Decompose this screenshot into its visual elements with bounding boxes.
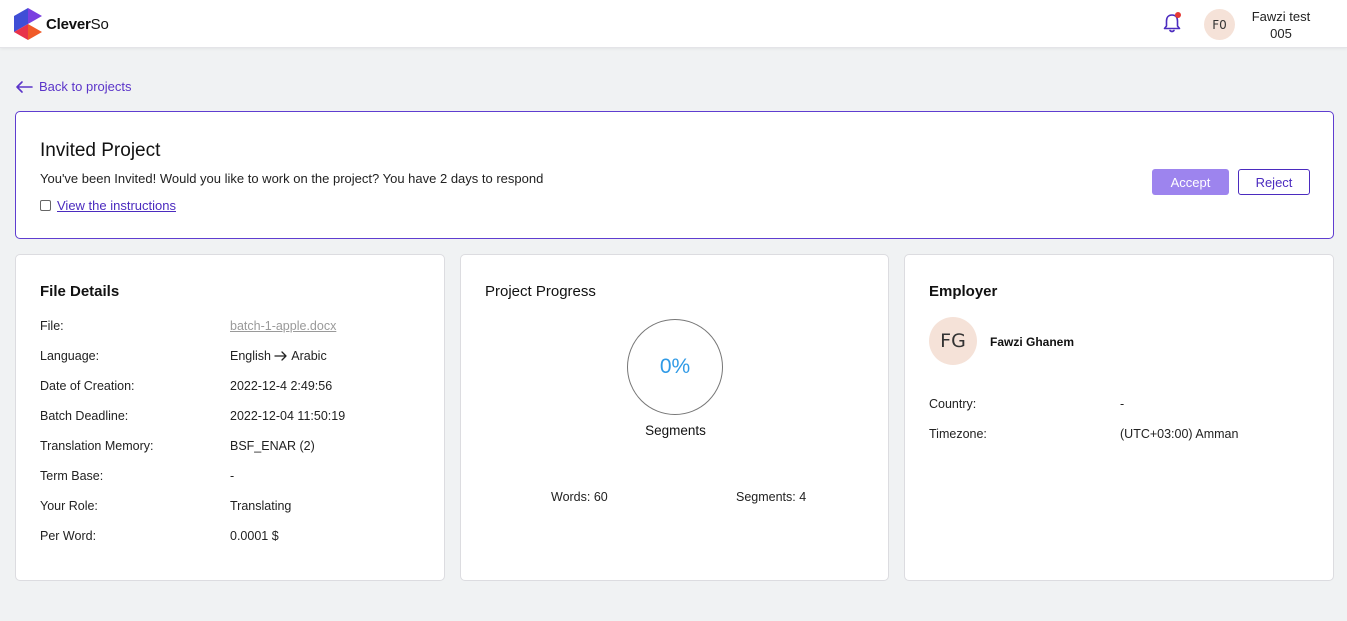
progress-ring-label: Segments [645, 423, 706, 438]
notification-dot [1175, 12, 1181, 18]
country-row: Country: - [929, 397, 1125, 411]
instructions-row: View the instructions [40, 198, 176, 213]
employer-title: Employer [929, 283, 998, 300]
file-link[interactable]: batch-1-apple.docx [230, 319, 336, 333]
invited-project-panel: Invited Project You've been Invited! Wou… [15, 111, 1334, 239]
file-details-title: File Details [40, 283, 120, 300]
date-of-creation-row: Date of Creation: 2022-12-4 2:49:56 [40, 379, 333, 393]
brand-name: CleverSo [46, 15, 109, 33]
project-progress-title: Project Progress [485, 283, 596, 300]
employer-name: Fawzi Ghanem [990, 335, 1075, 349]
cleverso-logo-icon [14, 8, 42, 40]
invite-title: Invited Project [40, 140, 161, 161]
file-row: File: batch-1-apple.docx [40, 319, 337, 333]
view-instructions-link[interactable]: View the instructions [57, 198, 176, 213]
invite-message: You've been Invited! Would you like to w… [40, 171, 544, 186]
batch-deadline-row: Batch Deadline: 2022-12-04 11:50:19 [40, 409, 346, 423]
language-row: Language: English Arabic [40, 349, 327, 363]
translation-memory-row: Translation Memory: BSF_ENAR (2) [40, 439, 315, 453]
file-details-card: File Details File: batch-1-apple.docx La… [15, 254, 445, 581]
arrow-left-icon [16, 80, 33, 93]
accept-button[interactable]: Accept [1152, 169, 1229, 195]
instructions-checkbox[interactable] [40, 200, 51, 211]
progress-ring: 0% [627, 319, 723, 415]
back-to-projects-link[interactable]: Back to projects [15, 79, 132, 94]
your-role-row: Your Role: Translating [40, 499, 292, 513]
top-bar: CleverSo F0 Fawzi test 005 [0, 0, 1347, 48]
segments-count: Segments: 4 [736, 490, 807, 504]
reject-button[interactable]: Reject [1238, 169, 1310, 195]
project-progress-card: Project Progress 0% Segments Words: 60 S… [460, 254, 889, 581]
logo[interactable]: CleverSo [14, 8, 109, 40]
term-base-row: Term Base: - [40, 469, 235, 483]
employer-avatar: FG [929, 317, 977, 365]
words-count: Words: 60 [551, 490, 608, 504]
timezone-row: Timezone: (UTC+03:00) Amman [929, 427, 1239, 441]
employer-card: Employer FG Fawzi Ghanem Country: - Time… [904, 254, 1334, 581]
notifications-bell[interactable] [1162, 12, 1182, 34]
arrow-right-icon [274, 351, 288, 361]
user-avatar[interactable]: F0 [1204, 9, 1235, 40]
user-name[interactable]: Fawzi test 005 [1240, 8, 1322, 42]
per-word-row: Per Word: 0.0001 $ [40, 529, 279, 543]
